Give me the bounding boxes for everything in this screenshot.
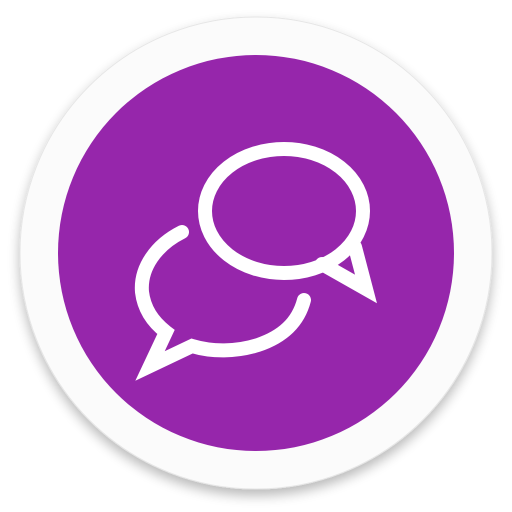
app-icon[interactable]: [0, 0, 512, 512]
app-icon-stage: [0, 0, 512, 512]
purple-disc: [58, 55, 454, 451]
